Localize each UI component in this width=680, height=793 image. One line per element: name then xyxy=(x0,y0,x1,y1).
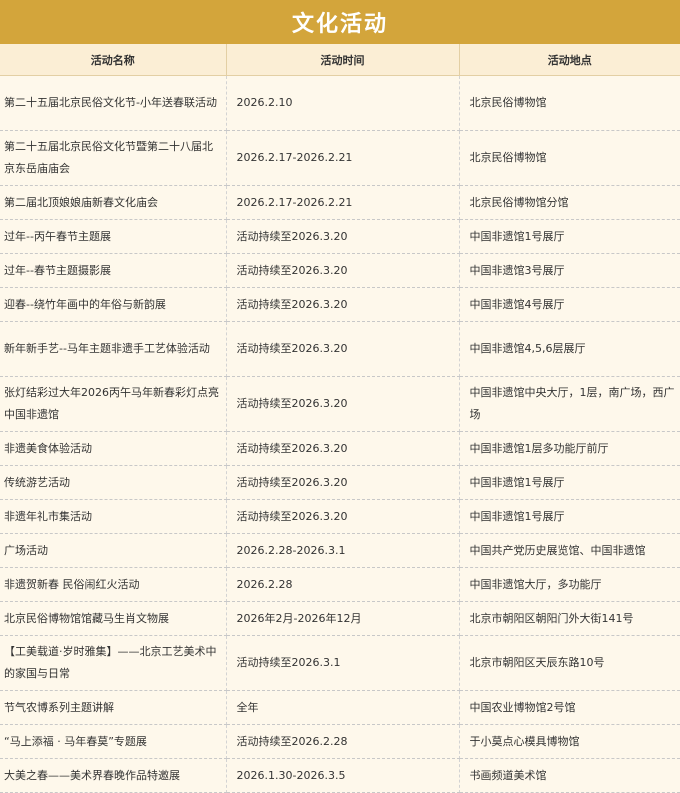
cell-activity-time: 活动持续至2026.2.28 xyxy=(226,724,460,759)
cell-activity-name: 北京民俗博物馆馆藏马生肖文物展 xyxy=(0,601,227,636)
cell-activity-name: 大美之春——美术界春晚作品特邀展 xyxy=(0,758,227,793)
table-row: 迎春--绕竹年画中的年俗与新韵展 活动持续至2026.3.20 中国非遗馆4号展厅 xyxy=(0,287,680,322)
table-row: 【工美载道·岁时雅集】——北京工艺美术中的家国与日常 活动持续至2026.3.1 北… xyxy=(0,635,680,691)
cell-activity-name: 第二十五届北京民俗文化节暨第二十八届北京东岳庙庙会 xyxy=(0,130,227,186)
cell-activity-time: 2026.2.17-2026.2.21 xyxy=(226,130,460,186)
cell-activity-name: 传统游艺活动 xyxy=(0,465,227,500)
table-row: 非遗美食体验活动 活动持续至2026.3.20 中国非遗馆1层多功能厅前厅 xyxy=(0,431,680,466)
cell-activity-name: 非遗美食体验活动 xyxy=(0,431,227,466)
cell-activity-time: 活动持续至2026.3.20 xyxy=(226,499,460,534)
cell-activity-time: 2026年2月-2026年12月 xyxy=(226,601,460,636)
cell-activity-name: 张灯结彩过大年2026丙午马年新春彩灯点亮中国非遗馆 xyxy=(0,376,227,432)
cell-activity-time: 2026.2.28 xyxy=(226,567,460,602)
cell-activity-name: 第二届北顶娘娘庙新春文化庙会 xyxy=(0,185,227,220)
cell-activity-place: 书画频道美术馆 xyxy=(459,758,680,793)
table-row: 第二届北顶娘娘庙新春文化庙会 2026.2.17-2026.2.21 北京民俗博物馆… xyxy=(0,185,680,220)
table-row: 非遗贺新春 民俗闹红火活动 2026.2.28 中国非遗馆大厅，多功能厅 xyxy=(0,567,680,602)
cell-activity-place: 北京民俗博物馆 xyxy=(459,130,680,186)
table-row: 第二十五届北京民俗文化节-小年送春联活动 2026.2.10 北京民俗博物馆 xyxy=(0,75,680,131)
cell-activity-name: 迎春--绕竹年画中的年俗与新韵展 xyxy=(0,287,227,322)
cell-activity-time: 活动持续至2026.3.20 xyxy=(226,321,460,377)
cell-activity-place: 中国非遗馆1号展厅 xyxy=(459,219,680,254)
cell-activity-place: 北京民俗博物馆分馆 xyxy=(459,185,680,220)
cell-activity-time: 活动持续至2026.3.20 xyxy=(226,431,460,466)
page-header: 文化活动 xyxy=(0,0,680,44)
cell-activity-time: 全年 xyxy=(226,690,460,725)
cell-activity-place: 于小莫点心模具博物馆 xyxy=(459,724,680,759)
cell-activity-place: 北京民俗博物馆 xyxy=(459,75,680,131)
cell-activity-name: 新年新手艺--马年主题非遗手工艺体验活动 xyxy=(0,321,227,377)
cell-activity-name: “马上添福 · 马年春莫”专题展 xyxy=(0,724,227,759)
table-row: 北京民俗博物馆馆藏马生肖文物展 2026年2月-2026年12月 北京市朝阳区朝阳门… xyxy=(0,601,680,636)
cell-activity-place: 中国非遗馆1号展厅 xyxy=(459,499,680,534)
table-row: 广场活动 2026.2.28-2026.3.1 中国共产党历史展览馆、中国非遗馆 xyxy=(0,533,680,568)
cell-activity-place: 中国共产党历史展览馆、中国非遗馆 xyxy=(459,533,680,568)
cell-activity-place: 北京市朝阳区天辰东路10号 xyxy=(459,635,680,691)
table-row: 传统游艺活动 活动持续至2026.3.20 中国非遗馆1号展厅 xyxy=(0,465,680,500)
table-row: 张灯结彩过大年2026丙午马年新春彩灯点亮中国非遗馆 活动持续至2026.3.20… xyxy=(0,376,680,432)
cell-activity-time: 活动持续至2026.3.20 xyxy=(226,253,460,288)
cell-activity-place: 中国农业博物馆2号馆 xyxy=(459,690,680,725)
table-row: 过年--丙午春节主题展 活动持续至2026.3.20 中国非遗馆1号展厅 xyxy=(0,219,680,254)
cell-activity-name: 过年--丙午春节主题展 xyxy=(0,219,227,254)
table-row: “马上添福 · 马年春莫”专题展 活动持续至2026.2.28 于小莫点心模具博物馆 xyxy=(0,724,680,759)
cell-activity-place: 中国非遗馆1号展厅 xyxy=(459,465,680,500)
cell-activity-time: 活动持续至2026.3.20 xyxy=(226,287,460,322)
cell-activity-place: 北京市朝阳区朝阳门外大街141号 xyxy=(459,601,680,636)
table-row: 大美之春——美术界春晚作品特邀展 2026.1.30-2026.3.5 书画频道美术… xyxy=(0,758,680,793)
cell-activity-place: 中国非遗馆4,5,6层展厅 xyxy=(459,321,680,377)
table-row: 过年--春节主题摄影展 活动持续至2026.3.20 中国非遗馆3号展厅 xyxy=(0,253,680,288)
cell-activity-time: 2026.2.17-2026.2.21 xyxy=(226,185,460,220)
cell-activity-name: 广场活动 xyxy=(0,533,227,568)
cell-activity-name: 【工美载道·岁时雅集】——北京工艺美术中的家国与日常 xyxy=(0,635,227,691)
cell-activity-name: 第二十五届北京民俗文化节-小年送春联活动 xyxy=(0,75,227,131)
table-header-row: 活动名称 活动时间 活动地点 xyxy=(0,44,680,76)
table-row: 第二十五届北京民俗文化节暨第二十八届北京东岳庙庙会 2026.2.17-2026.… xyxy=(0,130,680,186)
page-title: 文化活动 xyxy=(291,12,388,37)
cell-activity-time: 2026.1.30-2026.3.5 xyxy=(226,758,460,793)
column-header-time: 活动时间 xyxy=(226,44,460,76)
cell-activity-time: 活动持续至2026.3.20 xyxy=(226,465,460,500)
table-row: 节气农博系列主题讲解 全年 中国农业博物馆2号馆 xyxy=(0,690,680,725)
cell-activity-time: 活动持续至2026.3.20 xyxy=(226,219,460,254)
activity-table: 活动名称 活动时间 活动地点 第二十五届北京民俗文化节-小年送春联活动 2026.… xyxy=(0,44,680,793)
column-header-place: 活动地点 xyxy=(459,44,680,76)
cell-activity-time: 活动持续至2026.3.20 xyxy=(226,376,460,432)
cell-activity-place: 中国非遗馆中央大厅，1层，南广场，西广场 xyxy=(459,376,680,432)
table-row: 新年新手艺--马年主题非遗手工艺体验活动 活动持续至2026.3.20 中国非遗馆4… xyxy=(0,321,680,377)
cell-activity-time: 活动持续至2026.3.1 xyxy=(226,635,460,691)
cell-activity-name: 过年--春节主题摄影展 xyxy=(0,253,227,288)
cell-activity-time: 2026.2.28-2026.3.1 xyxy=(226,533,460,568)
cell-activity-place: 中国非遗馆4号展厅 xyxy=(459,287,680,322)
column-header-name: 活动名称 xyxy=(0,44,227,76)
cell-activity-place: 中国非遗馆大厅，多功能厅 xyxy=(459,567,680,602)
cell-activity-time: 2026.2.10 xyxy=(226,75,460,131)
table-row: 非遗年礼市集活动 活动持续至2026.3.20 中国非遗馆1号展厅 xyxy=(0,499,680,534)
cell-activity-name: 非遗年礼市集活动 xyxy=(0,499,227,534)
cell-activity-place: 中国非遗馆1层多功能厅前厅 xyxy=(459,431,680,466)
cell-activity-name: 节气农博系列主题讲解 xyxy=(0,690,227,725)
cell-activity-name: 非遗贺新春 民俗闹红火活动 xyxy=(0,567,227,602)
cell-activity-place: 中国非遗馆3号展厅 xyxy=(459,253,680,288)
